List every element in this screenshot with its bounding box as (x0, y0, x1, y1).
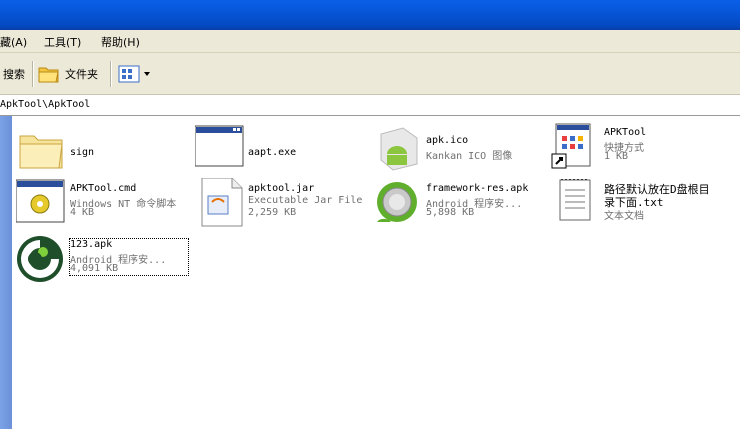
chevron-down-icon (144, 71, 150, 76)
folder-icon (19, 135, 63, 169)
file-type: 文本文档 (604, 211, 644, 222)
views-button[interactable] (118, 53, 151, 94)
file-name: apktool.jar (248, 183, 315, 194)
search-button[interactable]: 搜索 (3, 53, 25, 94)
toolbar: 搜索 文件夹 (0, 53, 740, 95)
file-name: APKTool (604, 127, 647, 138)
search-label: 搜索 (3, 67, 25, 81)
android-image-icon (380, 127, 418, 171)
menu-help[interactable]: 帮助(H) (101, 34, 140, 50)
file-name: 123.apk (70, 239, 113, 250)
file-size: 2,259 KB (248, 207, 297, 218)
cmd-script-icon (16, 179, 65, 223)
file-name: apk.ico (426, 135, 469, 146)
toolbar-separator (32, 61, 34, 87)
apk-package-icon (377, 182, 417, 222)
file-type: Kankan ICO 图像 (426, 151, 513, 162)
file-list: sign aapt.exe apk.ico Kankan ICO 图像 APKT… (12, 116, 740, 429)
file-name: aapt.exe (248, 147, 297, 158)
menu-favorites[interactable]: 藏(A) (0, 34, 27, 50)
menu-tools[interactable]: 工具(T) (44, 34, 81, 50)
file-size: 5,898 KB (426, 207, 475, 218)
file-name: APKTool.cmd (70, 183, 137, 194)
title-bar[interactable] (0, 0, 740, 30)
folders-button[interactable]: 文件夹 (38, 53, 98, 94)
views-icon (118, 65, 140, 82)
address-path: ApkTool\ApkTool (0, 99, 91, 110)
text-document-icon (559, 179, 591, 221)
toolbar-separator (110, 61, 112, 87)
apk-app-icon (17, 236, 63, 282)
file-size: 4,091 KB (70, 263, 119, 274)
file-size: 1 KB (604, 151, 629, 162)
file-type: Executable Jar File (248, 195, 363, 206)
task-pane (0, 116, 12, 429)
exe-window-icon (195, 125, 244, 167)
file-size: 4 KB (70, 207, 95, 218)
file-name: framework-res.apk (426, 183, 529, 194)
java-jar-icon (201, 178, 243, 227)
folder-icon (38, 67, 59, 82)
file-name: sign (70, 147, 95, 158)
address-bar[interactable]: ApkTool\ApkTool (0, 95, 740, 116)
menu-bar: 藏(A) 工具(T) 帮助(H) (0, 30, 740, 53)
folders-label: 文件夹 (65, 67, 98, 81)
shortcut-icon (551, 123, 591, 169)
